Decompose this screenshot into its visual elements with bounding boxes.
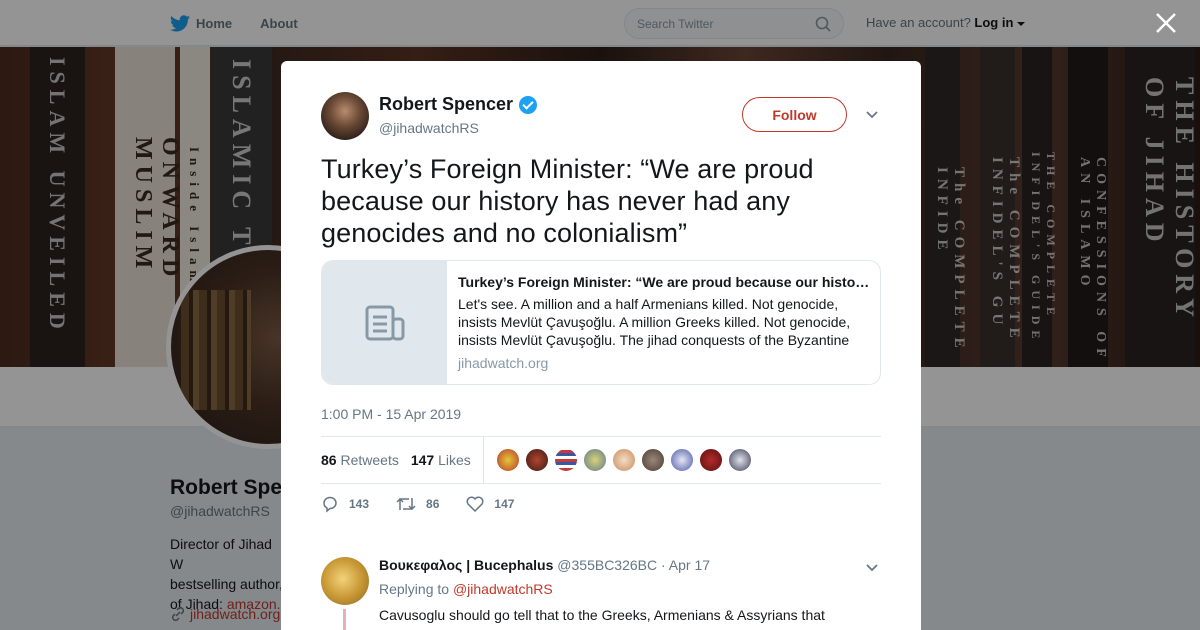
replying-to-prefix: Replying to xyxy=(379,581,450,597)
liker-avatar[interactable] xyxy=(495,448,520,472)
document-icon xyxy=(365,305,404,340)
retweets-stat[interactable]: 86 Retweets xyxy=(321,452,399,468)
reply-icon[interactable] xyxy=(321,495,339,513)
likers-facepile xyxy=(495,448,757,472)
liker-avatar[interactable] xyxy=(553,448,578,472)
reply-header: Βουκεφαλος | Bucephalus @355BC326BC · Ap… xyxy=(379,557,710,573)
likes-stat[interactable]: 147 Likes xyxy=(411,452,471,468)
retweet-action[interactable]: 86 xyxy=(396,495,439,513)
reply-author-name[interactable]: Βουκεφαλος | Bucephalus xyxy=(379,557,553,573)
tweet-text: Turkey’s Foreign Minister: “We are proud… xyxy=(321,154,814,248)
tweet-stats: 86 Retweets 147 Likes xyxy=(321,436,881,484)
thread-line xyxy=(343,609,346,630)
like-count: 147 xyxy=(494,497,515,511)
reply-author-handle[interactable]: @355BC326BC xyxy=(557,557,657,573)
retweets-count[interactable]: 86 xyxy=(321,452,337,468)
reply-author-avatar[interactable] xyxy=(321,557,369,605)
liker-avatar[interactable] xyxy=(727,448,752,472)
reply-count: 143 xyxy=(349,497,370,511)
liker-avatar[interactable] xyxy=(640,448,665,472)
verified-badge-icon xyxy=(519,95,538,114)
reply-date[interactable]: · Apr 17 xyxy=(661,557,710,573)
follow-button[interactable]: Follow xyxy=(742,97,847,132)
author-name-text[interactable]: Robert Spencer xyxy=(379,94,513,115)
liker-avatar[interactable] xyxy=(611,448,636,472)
tweet-timestamp[interactable]: 1:00 PM - 15 Apr 2019 xyxy=(321,406,461,422)
chevron-down-icon[interactable] xyxy=(865,561,879,575)
tweet-actions: 143 86 147 xyxy=(321,495,541,513)
retweet-icon[interactable] xyxy=(396,495,416,513)
liker-avatar[interactable] xyxy=(669,448,694,472)
chevron-down-icon[interactable] xyxy=(865,108,879,122)
reply-action[interactable]: 143 xyxy=(321,495,369,513)
card-thumbnail xyxy=(322,261,447,384)
author-name[interactable]: Robert Spencer xyxy=(379,94,538,115)
author-handle[interactable]: @jihadwatchRS xyxy=(379,120,479,136)
heart-icon[interactable] xyxy=(466,496,484,512)
liker-avatar[interactable] xyxy=(698,448,723,472)
likes-count[interactable]: 147 xyxy=(411,452,434,468)
card-domain[interactable]: jihadwatch.org xyxy=(458,355,548,371)
retweet-count: 86 xyxy=(426,497,440,511)
link-card[interactable]: Turkey’s Foreign Minister: “We are proud… xyxy=(321,260,881,385)
card-title[interactable]: Turkey’s Foreign Minister: “We are proud… xyxy=(458,274,872,290)
close-icon[interactable] xyxy=(1154,12,1178,36)
tweet-modal: Robert Spencer @jihadwatchRS Follow Turk… xyxy=(281,61,921,630)
retweets-label[interactable]: Retweets xyxy=(340,452,398,468)
reply-text: Cavusoglu should go tell that to the Gre… xyxy=(379,607,868,630)
author-avatar[interactable] xyxy=(321,92,369,140)
card-description: Let's see. A million and a half Armenian… xyxy=(458,296,851,348)
liker-avatar[interactable] xyxy=(524,448,549,472)
replying-to-handle[interactable]: @jihadwatchRS xyxy=(453,581,553,597)
replying-to: Replying to @jihadwatchRS xyxy=(379,581,553,597)
like-action[interactable]: 147 xyxy=(466,496,514,512)
stats-divider xyxy=(482,436,484,484)
likes-label[interactable]: Likes xyxy=(438,452,471,468)
liker-avatar[interactable] xyxy=(582,448,607,472)
